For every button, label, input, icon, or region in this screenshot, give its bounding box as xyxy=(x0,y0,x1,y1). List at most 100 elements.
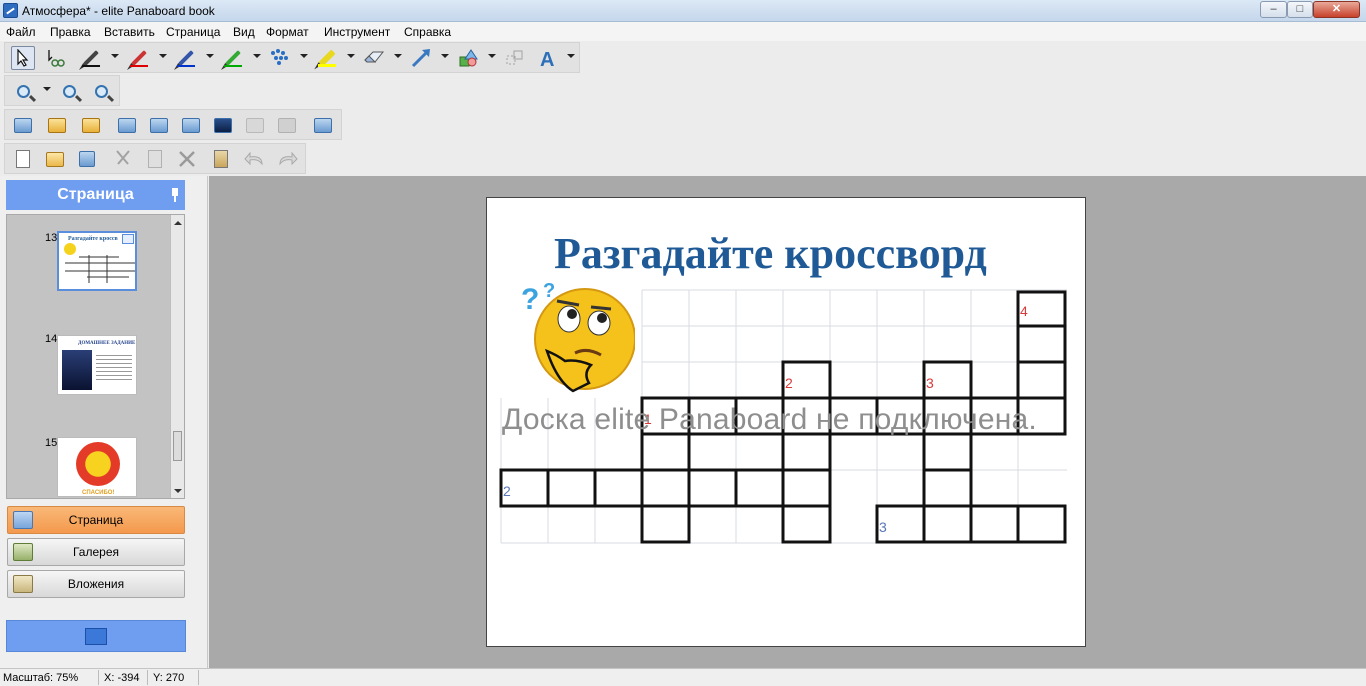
scroll-up-icon[interactable] xyxy=(174,221,182,225)
pen-black-icon[interactable] xyxy=(79,46,103,70)
minimize-button[interactable]: ‒ xyxy=(1260,1,1287,18)
clue-number-row-2: 2 xyxy=(503,483,511,499)
pin-icon[interactable] xyxy=(170,188,180,202)
stamp-icon[interactable] xyxy=(275,113,299,137)
shape-icon[interactable] xyxy=(456,46,480,70)
slide-canvas[interactable]: Разгадайте кроссворд 4 2 3 1 2 3 ? ? Дос… xyxy=(486,197,1086,647)
status-bar: Масштаб: 75% X: -394 Y: 270 xyxy=(0,668,1366,686)
tab-page[interactable]: Страница xyxy=(7,506,185,534)
tab-gallery[interactable]: Галерея xyxy=(7,538,185,566)
page-number: 14 xyxy=(45,333,58,345)
svg-text:?: ? xyxy=(543,281,555,302)
sidebar-footer-button[interactable] xyxy=(6,620,186,652)
menu-format[interactable]: Формат xyxy=(266,25,309,39)
page-number: 15 xyxy=(45,437,58,449)
zoom-in-icon[interactable] xyxy=(57,79,81,103)
next-page-icon[interactable] xyxy=(79,113,103,137)
line-icon[interactable] xyxy=(409,46,433,70)
lasso-icon[interactable] xyxy=(43,46,67,70)
gallery-tab-icon xyxy=(13,543,33,561)
clue-number-4: 4 xyxy=(1020,303,1028,319)
menu-edit[interactable]: Правка xyxy=(50,25,91,39)
zoom-level: Масштаб: 75% xyxy=(3,672,79,684)
new-file-icon[interactable] xyxy=(11,147,35,171)
tab-attachments[interactable]: Вложения xyxy=(7,570,185,598)
pen-red-icon[interactable] xyxy=(127,46,151,70)
window-title: Атмосфера* - elite Panaboard book xyxy=(22,4,215,18)
board-disconnected-message: Доска elite Panaboard не подключена. xyxy=(502,403,1037,436)
zoom-icon[interactable] xyxy=(11,79,35,103)
thinking-emoji-icon: ? ? xyxy=(521,281,635,393)
scroll-down-icon[interactable] xyxy=(174,489,182,493)
page-number: 13 xyxy=(45,232,58,244)
text-icon[interactable]: A xyxy=(537,46,561,70)
add-page-icon[interactable] xyxy=(11,113,35,137)
tab-gallery-label: Галерея xyxy=(72,545,120,559)
camera-icon[interactable] xyxy=(115,113,139,137)
capture-video-icon[interactable] xyxy=(211,113,235,137)
clue-number-row-3: 3 xyxy=(879,519,887,535)
paste-icon[interactable] xyxy=(209,147,233,171)
page-thumbnail-14[interactable]: ДОМАШНЕЕ ЗАДАНИЕ xyxy=(57,335,137,395)
close-button[interactable]: ✕ xyxy=(1313,1,1360,18)
menu-file[interactable]: Файл xyxy=(6,25,36,39)
page-toolbar xyxy=(4,109,342,140)
thumbnail-scrollbar[interactable] xyxy=(170,215,184,498)
file-toolbar xyxy=(4,143,306,174)
thumbnail-caption: ДОМАШНЕЕ ЗАДАНИЕ xyxy=(78,341,136,346)
group-icon[interactable] xyxy=(503,46,527,70)
tab-page-label: Страница xyxy=(68,513,124,527)
menu-insert[interactable]: Вставить xyxy=(104,25,155,39)
magic-pen-icon[interactable] xyxy=(268,46,292,70)
delete-icon[interactable] xyxy=(175,147,199,171)
clue-number-3: 3 xyxy=(926,375,934,391)
zoom-toolbar xyxy=(4,75,120,106)
app-icon xyxy=(3,3,18,18)
page-thumbnail-13[interactable]: Разгадайте кроссв xyxy=(57,231,137,291)
redo-icon[interactable] xyxy=(275,147,299,171)
save-icon[interactable] xyxy=(75,147,99,171)
sidebar-header: Страница xyxy=(6,180,185,210)
menu-bar: Файл Правка Вставить Страница Вид Формат… xyxy=(0,22,1366,41)
copy-icon[interactable] xyxy=(143,147,167,171)
menu-tools[interactable]: Инструмент xyxy=(324,25,390,39)
drawing-toolbar: A xyxy=(4,42,580,73)
pen-green-icon[interactable] xyxy=(221,46,245,70)
tab-attachments-label: Вложения xyxy=(67,577,125,591)
zoom-out-icon[interactable] xyxy=(89,79,113,103)
x-coordinate: X: -394 xyxy=(104,672,140,684)
menu-page[interactable]: Страница xyxy=(166,25,220,39)
select-arrow-icon[interactable] xyxy=(11,46,35,70)
page-thumbnails[interactable]: 13 Разгадайте кроссв 14 ДОМАШНЕЕ ЗАДАНИЕ… xyxy=(6,214,185,499)
capture-window-icon[interactable] xyxy=(179,113,203,137)
scroll-thumb[interactable] xyxy=(173,431,182,461)
attachment-tab-icon xyxy=(13,575,33,593)
menu-help[interactable]: Справка xyxy=(404,25,451,39)
thumbnail-text xyxy=(96,352,132,382)
prev-page-icon[interactable] xyxy=(45,113,69,137)
fullscreen-icon[interactable] xyxy=(311,113,335,137)
keyboard-icon[interactable] xyxy=(243,113,267,137)
pen-blue-icon[interactable] xyxy=(174,46,198,70)
send-icon xyxy=(85,628,107,645)
clue-number-2: 2 xyxy=(785,375,793,391)
capture-screen-icon[interactable] xyxy=(147,113,171,137)
highlighter-icon[interactable] xyxy=(315,46,339,70)
thumbnail-image xyxy=(62,350,92,390)
undo-icon[interactable] xyxy=(243,147,267,171)
menu-view[interactable]: Вид xyxy=(233,25,255,39)
svg-text:?: ? xyxy=(521,283,539,316)
sidebar-header-title: Страница xyxy=(57,186,134,203)
sun-flower-icon xyxy=(76,442,120,486)
svg-text:A: A xyxy=(540,49,554,69)
workspace: Разгадайте кроссворд 4 2 3 1 2 3 ? ? Дос… xyxy=(209,176,1366,668)
y-coordinate: Y: 270 xyxy=(153,672,185,684)
page-sidebar: Страница 13 Разгадайте кроссв 14 ДОМАШНЕ… xyxy=(0,176,208,668)
cut-icon[interactable] xyxy=(111,147,135,171)
thumbnail-caption: СПАСИБО! xyxy=(82,490,115,496)
eraser-icon[interactable] xyxy=(362,46,386,70)
dropdown-icon[interactable] xyxy=(122,234,134,244)
page-thumbnail-15[interactable]: СПАСИБО! xyxy=(57,437,137,497)
maximize-button[interactable]: □ xyxy=(1287,1,1313,18)
open-file-icon[interactable] xyxy=(43,147,67,171)
